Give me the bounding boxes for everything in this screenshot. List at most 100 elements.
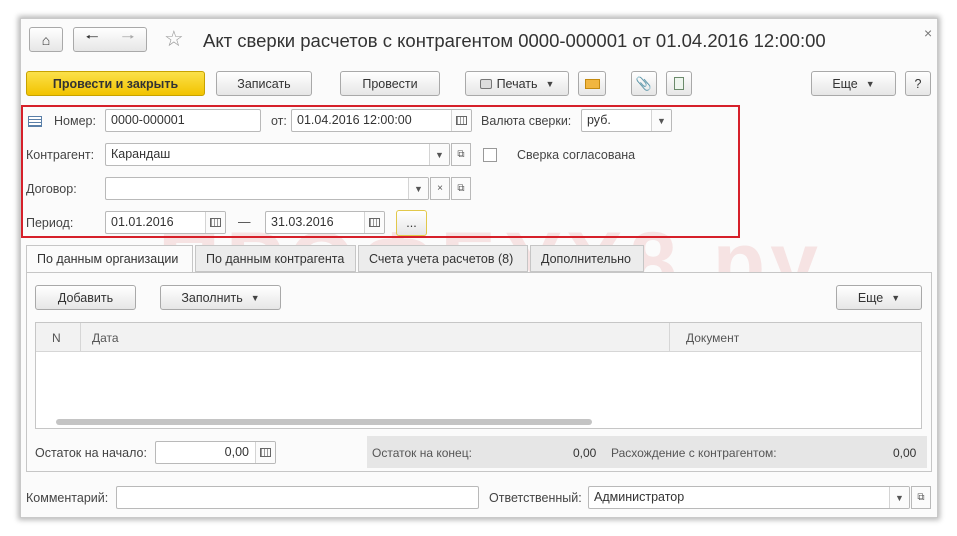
column-header-document[interactable]: Документ bbox=[686, 331, 739, 345]
start-balance-field[interactable]: 0,00 bbox=[155, 441, 276, 464]
more-label: Еще bbox=[832, 76, 858, 91]
start-balance-value: 0,00 bbox=[224, 445, 249, 459]
star-icon[interactable]: ☆ bbox=[164, 26, 184, 52]
counterparty-label: Контрагент: bbox=[26, 148, 95, 162]
calendar-icon bbox=[210, 218, 221, 227]
open-icon: ⧉ bbox=[917, 492, 925, 503]
print-button[interactable]: Печать ▼ bbox=[465, 71, 569, 96]
column-header-n[interactable]: N bbox=[52, 331, 61, 345]
table-more-label: Еще bbox=[857, 290, 884, 305]
document-structure-button[interactable] bbox=[666, 71, 692, 96]
tab-counterparty[interactable]: По данным контрагента bbox=[195, 245, 356, 272]
start-balance-label: Остаток на начало: bbox=[35, 446, 147, 460]
agreed-label: Сверка согласована bbox=[517, 148, 636, 162]
number-label: Номер: bbox=[54, 114, 96, 128]
envelope-icon bbox=[584, 78, 600, 89]
nav-buttons: 🠐 🠒 bbox=[73, 27, 147, 52]
tab-organization[interactable]: По данным организации bbox=[26, 245, 193, 273]
currency-select[interactable]: руб. ▼ bbox=[581, 109, 672, 132]
paperclip-icon: 📎 bbox=[635, 75, 653, 91]
fill-button[interactable]: Заполнить ▼ bbox=[160, 285, 281, 310]
chevron-down-icon: ▼ bbox=[865, 78, 875, 89]
contract-label: Договор: bbox=[26, 182, 77, 196]
back-arrow-icon[interactable]: 🠐 bbox=[85, 27, 98, 52]
horizontal-scrollbar[interactable] bbox=[56, 419, 592, 425]
open-contract-button[interactable]: ⧉ bbox=[451, 177, 471, 200]
column-divider bbox=[669, 323, 670, 352]
difference-value: 0,00 bbox=[893, 446, 917, 460]
chevron-down-icon[interactable]: ▼ bbox=[651, 110, 671, 131]
fill-label: Заполнить bbox=[181, 290, 243, 305]
clear-icon: × bbox=[437, 183, 443, 194]
comment-field[interactable] bbox=[116, 486, 479, 509]
column-divider bbox=[80, 323, 81, 352]
save-button[interactable]: Записать bbox=[216, 71, 312, 96]
printer-icon bbox=[479, 78, 492, 89]
calendar-button[interactable] bbox=[205, 212, 225, 233]
period-end-value: 31.03.2016 bbox=[271, 215, 334, 229]
comment-label: Комментарий: bbox=[26, 491, 109, 505]
email-button[interactable] bbox=[578, 71, 606, 96]
open-icon: ⧉ bbox=[457, 149, 465, 160]
table-more-button[interactable]: Еще ▼ bbox=[836, 285, 922, 310]
help-button[interactable]: ? bbox=[905, 71, 931, 96]
open-counterparty-button[interactable]: ⧉ bbox=[451, 143, 471, 166]
date-field[interactable]: 01.04.2016 12:00:00 bbox=[291, 109, 472, 132]
page-title: Акт сверки расчетов с контрагентом 0000-… bbox=[203, 30, 826, 51]
print-label: Печать bbox=[496, 76, 538, 91]
data-table: N Дата Документ bbox=[35, 322, 922, 429]
agreed-checkbox[interactable] bbox=[483, 148, 497, 162]
period-end-field[interactable]: 31.03.2016 bbox=[265, 211, 385, 234]
document-window: ⌂ 🠐 🠒 ☆ Акт сверки расчетов с контрагент… bbox=[20, 18, 938, 518]
chevron-down-icon[interactable]: ▼ bbox=[889, 487, 909, 508]
calendar-button[interactable] bbox=[364, 212, 384, 233]
calendar-icon bbox=[456, 116, 467, 125]
calendar-button[interactable] bbox=[451, 110, 471, 131]
balance-summary: Остаток на конец: 0,00 Расхождение с кон… bbox=[367, 436, 927, 468]
clear-contract-button[interactable]: × bbox=[430, 177, 450, 200]
table-header: N Дата Документ bbox=[36, 323, 921, 352]
responsible-label: Ответственный: bbox=[489, 491, 582, 505]
home-button[interactable]: ⌂ bbox=[29, 27, 63, 52]
post-and-close-button[interactable]: Провести и закрыть bbox=[26, 71, 205, 96]
period-start-value: 01.01.2016 bbox=[111, 215, 174, 229]
open-icon: ⧉ bbox=[457, 183, 465, 194]
chevron-down-icon[interactable]: ▼ bbox=[408, 178, 428, 199]
forward-arrow-icon[interactable]: 🠒 bbox=[121, 27, 134, 52]
counterparty-value: Карандаш bbox=[111, 147, 171, 161]
currency-label: Валюта сверки: bbox=[481, 114, 572, 128]
home-icon: ⌂ bbox=[41, 31, 51, 48]
counterparty-field[interactable]: Карандаш ▼ bbox=[105, 143, 450, 166]
difference-label: Расхождение с контрагентом: bbox=[611, 446, 777, 460]
chevron-down-icon: ▼ bbox=[545, 78, 555, 89]
attach-button[interactable]: 📎 bbox=[631, 71, 657, 96]
responsible-field[interactable]: Администратор ▼ bbox=[588, 486, 910, 509]
period-start-field[interactable]: 01.01.2016 bbox=[105, 211, 226, 234]
currency-value: руб. bbox=[587, 113, 611, 127]
post-button[interactable]: Провести bbox=[340, 71, 440, 96]
document-icon bbox=[674, 77, 684, 90]
responsible-value: Администратор bbox=[594, 490, 685, 504]
tab-accounts[interactable]: Счета учета расчетов (8) bbox=[358, 245, 528, 272]
calculator-icon bbox=[260, 448, 271, 457]
period-select-button[interactable]: ... bbox=[396, 210, 427, 236]
close-icon[interactable]: × bbox=[924, 25, 932, 41]
calculator-button[interactable] bbox=[255, 442, 275, 463]
chevron-down-icon: ▼ bbox=[250, 292, 260, 303]
column-header-date[interactable]: Дата bbox=[92, 331, 119, 345]
number-field[interactable]: 0000-000001 bbox=[105, 109, 261, 132]
more-button[interactable]: Еще ▼ bbox=[811, 71, 896, 96]
end-balance-label: Остаток на конец: bbox=[372, 446, 472, 460]
chevron-down-icon[interactable]: ▼ bbox=[429, 144, 449, 165]
add-row-button[interactable]: Добавить bbox=[35, 285, 136, 310]
period-dash: — bbox=[238, 215, 251, 229]
calendar-icon bbox=[369, 218, 380, 227]
open-responsible-button[interactable]: ⧉ bbox=[911, 486, 931, 509]
date-value: 01.04.2016 12:00:00 bbox=[297, 113, 412, 127]
list-icon bbox=[28, 116, 42, 127]
period-label: Период: bbox=[26, 216, 74, 230]
tab-additional[interactable]: Дополнительно bbox=[530, 245, 644, 272]
contract-field[interactable]: ▼ bbox=[105, 177, 429, 200]
from-label: от: bbox=[271, 114, 287, 128]
chevron-down-icon: ▼ bbox=[891, 292, 901, 303]
